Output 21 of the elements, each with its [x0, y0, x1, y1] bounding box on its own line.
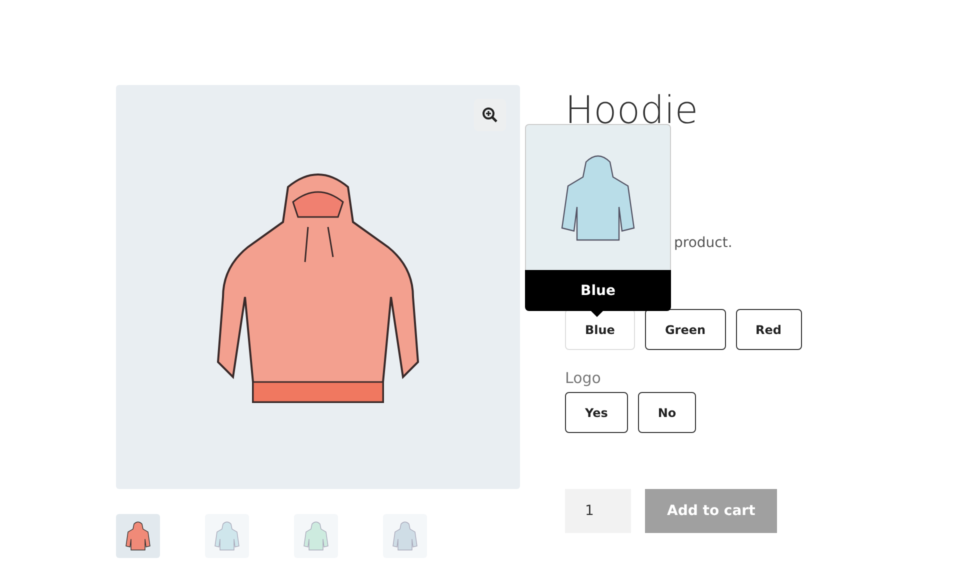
thumbnail[interactable] — [294, 514, 338, 558]
swatch-button[interactable]: Yes — [565, 392, 628, 433]
quantity-field[interactable]: 1 — [565, 489, 631, 533]
swatch-button[interactable]: Green — [644, 309, 726, 350]
swatch-button[interactable]: No — [638, 392, 696, 433]
tooltip-label: Blue — [525, 270, 671, 311]
thumbnail[interactable] — [116, 514, 160, 558]
product-description: product. — [674, 234, 734, 253]
zoom-in-icon — [482, 107, 498, 123]
hoodie-icon — [125, 521, 151, 551]
zoom-button[interactable] — [474, 99, 506, 131]
attribute-label: Logo — [565, 368, 602, 388]
swatch-button[interactable]: Red — [736, 309, 802, 350]
swatch-button[interactable]: Blue — [565, 309, 635, 350]
hoodie-icon — [392, 521, 418, 551]
hoodie-icon — [214, 521, 240, 551]
thumbnail[interactable] — [383, 514, 427, 558]
product-title: Hoodie — [565, 87, 700, 134]
tooltip-pointer-icon — [591, 311, 603, 317]
hoodie-icon — [303, 521, 329, 551]
thumbnail[interactable] — [205, 514, 249, 558]
